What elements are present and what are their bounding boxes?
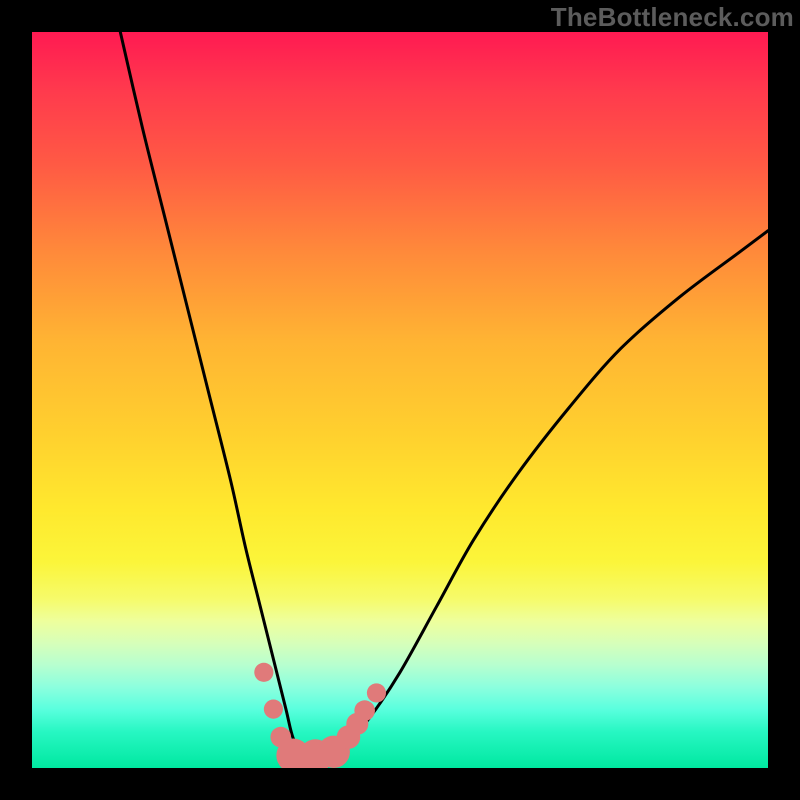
- highlight-dot: [354, 700, 375, 721]
- dots-group: [254, 663, 386, 768]
- curve-group: [120, 32, 768, 758]
- highlight-dot: [367, 683, 386, 702]
- watermark-text: TheBottleneck.com: [551, 2, 794, 33]
- highlight-dot: [264, 700, 283, 719]
- outer-frame: TheBottleneck.com: [0, 0, 800, 800]
- plot-area: [32, 32, 768, 768]
- chart-svg: [32, 32, 768, 768]
- highlight-dot: [254, 663, 273, 682]
- bottleneck-curve: [120, 32, 768, 758]
